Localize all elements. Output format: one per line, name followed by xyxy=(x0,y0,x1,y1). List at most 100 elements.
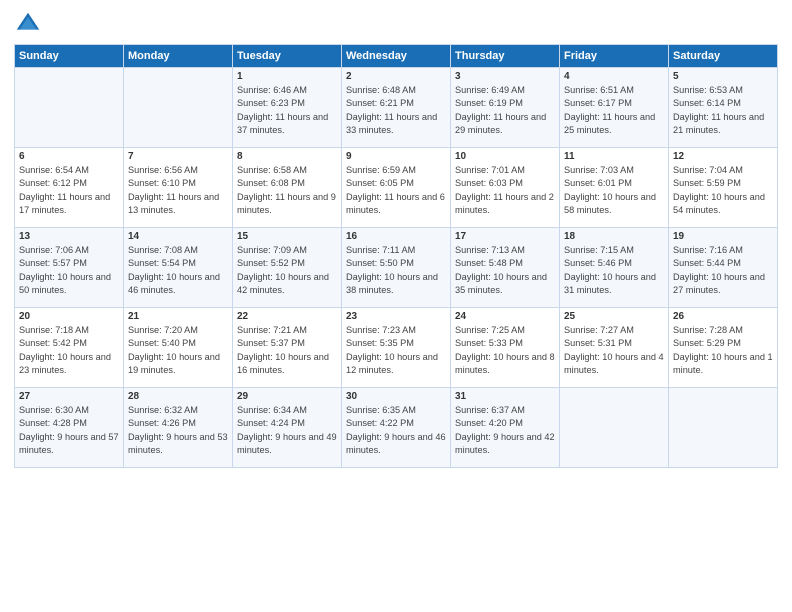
day-info: Sunrise: 6:53 AM Sunset: 6:14 PM Dayligh… xyxy=(673,84,773,137)
week-row-5: 27 Sunrise: 6:30 AM Sunset: 4:28 PM Dayli… xyxy=(15,388,778,468)
day-info: Sunrise: 6:34 AM Sunset: 4:24 PM Dayligh… xyxy=(237,404,337,457)
day-cell xyxy=(669,388,778,468)
day-number: 13 xyxy=(19,231,119,242)
day-number: 29 xyxy=(237,391,337,402)
week-row-1: 1 Sunrise: 6:46 AM Sunset: 6:23 PM Daylig… xyxy=(15,68,778,148)
col-header-thursday: Thursday xyxy=(451,45,560,68)
day-info: Sunrise: 6:32 AM Sunset: 4:26 PM Dayligh… xyxy=(128,404,228,457)
day-info: Sunrise: 7:25 AM Sunset: 5:33 PM Dayligh… xyxy=(455,324,555,377)
day-cell: 4Sunrise: 6:51 AM Sunset: 6:17 PM Daylig… xyxy=(560,68,669,148)
col-header-monday: Monday xyxy=(124,45,233,68)
day-info: Sunrise: 7:06 AM Sunset: 5:57 PM Dayligh… xyxy=(19,244,119,297)
day-info: Sunrise: 7:08 AM Sunset: 5:54 PM Dayligh… xyxy=(128,244,228,297)
day-cell: 25Sunrise: 7:27 AM Sunset: 5:31 PM Dayli… xyxy=(560,308,669,388)
day-cell: 24 Sunrise: 7:25 AM Sunset: 5:33 PM Dayli… xyxy=(451,308,560,388)
day-number: 3 xyxy=(455,71,555,82)
day-cell xyxy=(560,388,669,468)
day-info: Sunrise: 7:18 AM Sunset: 5:42 PM Dayligh… xyxy=(19,324,119,377)
day-cell xyxy=(124,68,233,148)
day-number: 31 xyxy=(455,391,555,402)
day-info: Sunrise: 7:21 AM Sunset: 5:37 PM Dayligh… xyxy=(237,324,337,377)
day-info: Sunrise: 7:28 AM Sunset: 5:29 PM Dayligh… xyxy=(673,324,773,377)
col-header-saturday: Saturday xyxy=(669,45,778,68)
day-number: 1 xyxy=(237,71,337,82)
day-cell: 6 Sunrise: 6:54 AM Sunset: 6:12 PM Daylig… xyxy=(15,148,124,228)
day-info: Sunrise: 7:11 AM Sunset: 5:50 PM Dayligh… xyxy=(346,244,446,297)
day-number: 24 xyxy=(455,311,555,322)
day-number: 19 xyxy=(673,231,773,242)
col-header-friday: Friday xyxy=(560,45,669,68)
day-number: 12 xyxy=(673,151,773,162)
day-number: 28 xyxy=(128,391,228,402)
day-cell: 28 Sunrise: 6:32 AM Sunset: 4:26 PM Dayli… xyxy=(124,388,233,468)
day-number: 11 xyxy=(564,151,664,162)
day-cell: 14 Sunrise: 7:08 AM Sunset: 5:54 PM Dayli… xyxy=(124,228,233,308)
day-info: Sunrise: 6:56 AM Sunset: 6:10 PM Dayligh… xyxy=(128,164,228,217)
day-number: 25 xyxy=(564,311,664,322)
day-info: Sunrise: 6:37 AM Sunset: 4:20 PM Dayligh… xyxy=(455,404,555,457)
day-number: 23 xyxy=(346,311,446,322)
col-header-sunday: Sunday xyxy=(15,45,124,68)
day-number: 10 xyxy=(455,151,555,162)
day-number: 26 xyxy=(673,311,773,322)
day-cell: 13 Sunrise: 7:06 AM Sunset: 5:57 PM Dayli… xyxy=(15,228,124,308)
day-number: 9 xyxy=(346,151,446,162)
col-header-tuesday: Tuesday xyxy=(233,45,342,68)
day-number: 21 xyxy=(128,311,228,322)
day-cell: 22 Sunrise: 7:21 AM Sunset: 5:37 PM Dayli… xyxy=(233,308,342,388)
day-number: 5 xyxy=(673,71,773,82)
day-cell: 15 Sunrise: 7:09 AM Sunset: 5:52 PM Dayli… xyxy=(233,228,342,308)
day-info: Sunrise: 6:48 AM Sunset: 6:21 PM Dayligh… xyxy=(346,84,446,137)
day-number: 30 xyxy=(346,391,446,402)
day-cell: 10Sunrise: 7:01 AM Sunset: 6:03 PM Dayli… xyxy=(451,148,560,228)
day-number: 8 xyxy=(237,151,337,162)
day-cell: 21 Sunrise: 7:20 AM Sunset: 5:40 PM Dayli… xyxy=(124,308,233,388)
day-cell: 29 Sunrise: 6:34 AM Sunset: 4:24 PM Dayli… xyxy=(233,388,342,468)
col-header-wednesday: Wednesday xyxy=(342,45,451,68)
day-number: 14 xyxy=(128,231,228,242)
day-info: Sunrise: 6:46 AM Sunset: 6:23 PM Dayligh… xyxy=(237,84,337,137)
day-number: 6 xyxy=(19,151,119,162)
day-cell: 3Sunrise: 6:49 AM Sunset: 6:19 PM Daylig… xyxy=(451,68,560,148)
day-number: 15 xyxy=(237,231,337,242)
page-container: SundayMondayTuesdayWednesdayThursdayFrid… xyxy=(0,0,792,476)
day-number: 27 xyxy=(19,391,119,402)
day-cell: 7 Sunrise: 6:56 AM Sunset: 6:10 PM Daylig… xyxy=(124,148,233,228)
day-info: Sunrise: 7:23 AM Sunset: 5:35 PM Dayligh… xyxy=(346,324,446,377)
calendar-table: SundayMondayTuesdayWednesdayThursdayFrid… xyxy=(14,44,778,468)
week-row-4: 20 Sunrise: 7:18 AM Sunset: 5:42 PM Dayli… xyxy=(15,308,778,388)
day-info: Sunrise: 7:04 AM Sunset: 5:59 PM Dayligh… xyxy=(673,164,773,217)
day-cell: 5 Sunrise: 6:53 AM Sunset: 6:14 PM Daylig… xyxy=(669,68,778,148)
day-info: Sunrise: 7:16 AM Sunset: 5:44 PM Dayligh… xyxy=(673,244,773,297)
day-cell: 30 Sunrise: 6:35 AM Sunset: 4:22 PM Dayli… xyxy=(342,388,451,468)
day-cell: 2 Sunrise: 6:48 AM Sunset: 6:21 PM Daylig… xyxy=(342,68,451,148)
day-info: Sunrise: 6:59 AM Sunset: 6:05 PM Dayligh… xyxy=(346,164,446,217)
day-info: Sunrise: 6:58 AM Sunset: 6:08 PM Dayligh… xyxy=(237,164,337,217)
day-info: Sunrise: 7:09 AM Sunset: 5:52 PM Dayligh… xyxy=(237,244,337,297)
day-number: 2 xyxy=(346,71,446,82)
day-cell: 20 Sunrise: 7:18 AM Sunset: 5:42 PM Dayli… xyxy=(15,308,124,388)
day-cell: 18Sunrise: 7:15 AM Sunset: 5:46 PM Dayli… xyxy=(560,228,669,308)
day-info: Sunrise: 6:51 AM Sunset: 6:17 PM Dayligh… xyxy=(564,84,664,137)
day-number: 18 xyxy=(564,231,664,242)
day-cell: 12 Sunrise: 7:04 AM Sunset: 5:59 PM Dayli… xyxy=(669,148,778,228)
logo xyxy=(14,10,46,38)
day-cell: 17Sunrise: 7:13 AM Sunset: 5:48 PM Dayli… xyxy=(451,228,560,308)
day-number: 22 xyxy=(237,311,337,322)
day-cell: 1 Sunrise: 6:46 AM Sunset: 6:23 PM Daylig… xyxy=(233,68,342,148)
day-info: Sunrise: 6:30 AM Sunset: 4:28 PM Dayligh… xyxy=(19,404,119,457)
day-number: 7 xyxy=(128,151,228,162)
day-number: 16 xyxy=(346,231,446,242)
day-info: Sunrise: 6:35 AM Sunset: 4:22 PM Dayligh… xyxy=(346,404,446,457)
day-cell xyxy=(15,68,124,148)
day-number: 20 xyxy=(19,311,119,322)
day-cell: 19 Sunrise: 7:16 AM Sunset: 5:44 PM Dayli… xyxy=(669,228,778,308)
day-number: 17 xyxy=(455,231,555,242)
day-info: Sunrise: 7:20 AM Sunset: 5:40 PM Dayligh… xyxy=(128,324,228,377)
day-info: Sunrise: 6:54 AM Sunset: 6:12 PM Dayligh… xyxy=(19,164,119,217)
day-cell: 16 Sunrise: 7:11 AM Sunset: 5:50 PM Dayli… xyxy=(342,228,451,308)
week-row-3: 13 Sunrise: 7:06 AM Sunset: 5:57 PM Dayli… xyxy=(15,228,778,308)
day-info: Sunrise: 7:03 AM Sunset: 6:01 PM Dayligh… xyxy=(564,164,664,217)
day-cell: 31 Sunrise: 6:37 AM Sunset: 4:20 PM Dayli… xyxy=(451,388,560,468)
day-cell: 11 Sunrise: 7:03 AM Sunset: 6:01 PM Dayli… xyxy=(560,148,669,228)
